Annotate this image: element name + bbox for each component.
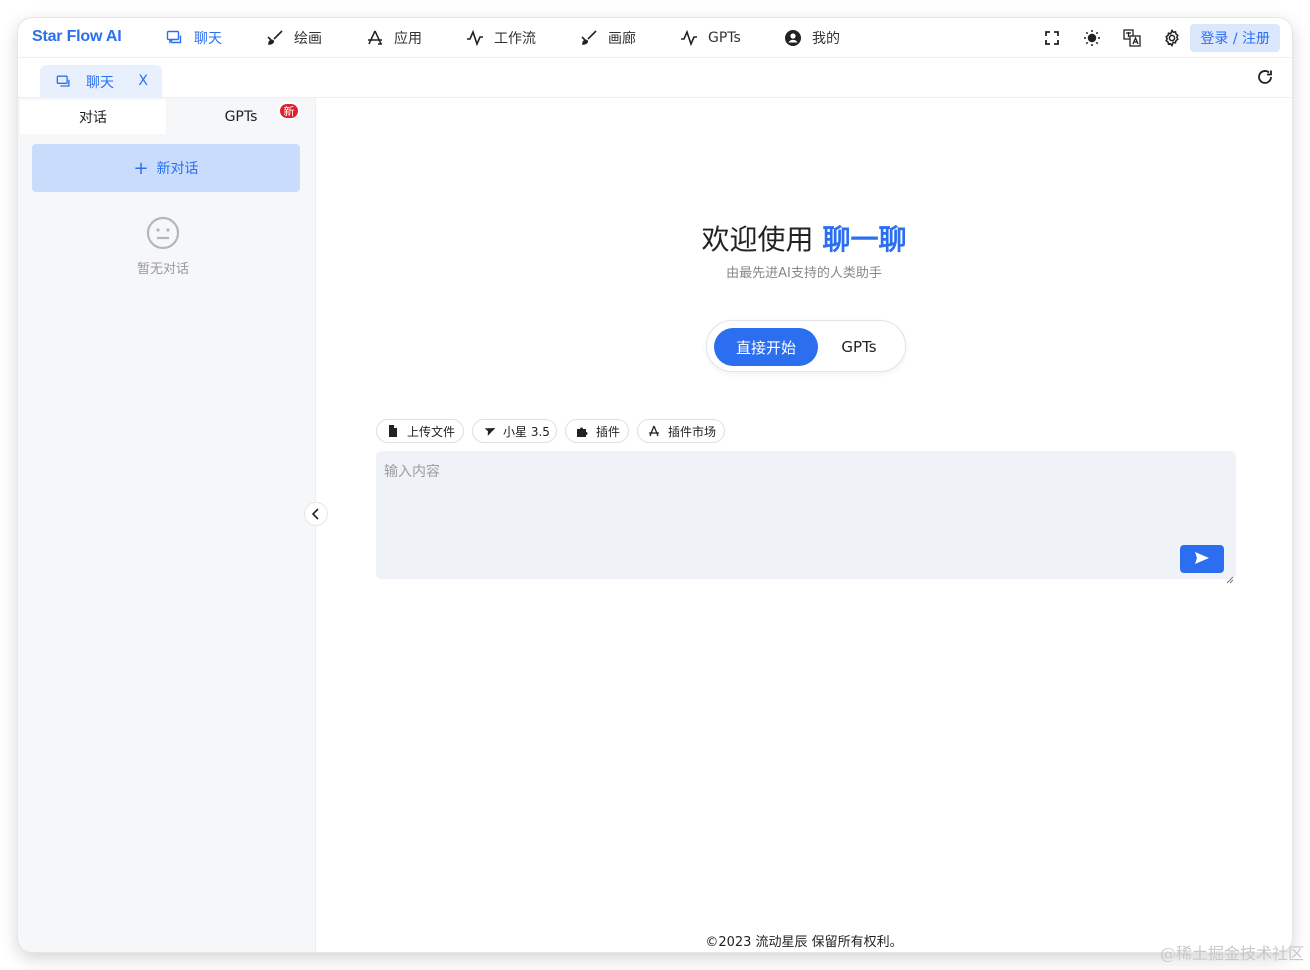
sun-icon[interactable] <box>1082 28 1102 48</box>
nav-label: 绘画 <box>294 31 322 47</box>
chip-label: 插件市场 <box>668 424 717 439</box>
upload-file-chip[interactable]: 上传文件 <box>376 419 464 443</box>
neutral-face-icon <box>146 216 180 250</box>
chip-label: 上传文件 <box>407 424 456 439</box>
nav-label: 我的 <box>812 31 840 47</box>
nav-label: 应用 <box>394 31 422 47</box>
nav-label: 画廊 <box>608 31 636 47</box>
nav-item-apps[interactable]: 应用 <box>366 26 422 50</box>
file-icon <box>387 425 399 437</box>
model-select-chip[interactable]: 小星 3.5 <box>472 419 557 443</box>
translate-icon[interactable] <box>1122 28 1142 48</box>
close-tab-icon[interactable]: X <box>138 73 148 89</box>
footer-copyright: ©2023 流动星辰 保留所有权利。 <box>705 935 903 950</box>
new-chat-button[interactable]: + 新对话 <box>32 144 300 192</box>
top-nav: Star Flow AI 聊天 绘画 应用 工作流 画廊 GPTs 我的 登录 … <box>18 18 1292 58</box>
chevron-left-icon <box>311 505 321 524</box>
nav-item-mine[interactable]: 我的 <box>784 26 840 50</box>
user-circle-icon <box>784 29 802 47</box>
nav-label: 工作流 <box>494 31 536 47</box>
app-store-icon <box>648 425 660 437</box>
sidebar-tab-gpts[interactable]: GPTs 新 <box>168 100 314 134</box>
fullscreen-icon[interactable] <box>1042 28 1062 48</box>
pulse-icon <box>466 29 484 47</box>
watermark: @稀土掘金技术社区 <box>1159 944 1304 963</box>
plugin-chip[interactable]: 插件 <box>565 419 629 443</box>
sidebar-tab-label: GPTs <box>224 109 258 125</box>
brush-icon <box>266 29 284 47</box>
nav-label: 聊天 <box>194 31 222 47</box>
chat-icon <box>166 29 184 47</box>
direct-start-button[interactable]: 直接开始 <box>714 328 818 366</box>
new-chat-label: 新对话 <box>156 161 199 177</box>
nav-item-draw[interactable]: 绘画 <box>266 26 322 50</box>
app-store-icon <box>366 29 384 47</box>
message-input[interactable] <box>376 451 1236 579</box>
chat-icon <box>56 74 72 90</box>
brush-icon <box>580 29 598 47</box>
chip-label: 插件 <box>596 424 621 439</box>
brand-logo[interactable]: Star Flow AI <box>32 28 122 46</box>
page-tabstrip: 聊天 X <box>18 58 1292 98</box>
sidebar-tab-conversations[interactable]: 对话 <box>20 100 166 134</box>
nav-item-gallery[interactable]: 画廊 <box>580 26 636 50</box>
gpts-mode-button[interactable]: GPTs <box>819 328 899 366</box>
app-window: Star Flow AI 聊天 绘画 应用 工作流 画廊 GPTs 我的 登录 … <box>18 18 1292 952</box>
nav-label: GPTs <box>708 30 741 46</box>
welcome-subtitle: 由最先进AI支持的人类助手 <box>726 266 882 281</box>
sidebar: 对话 GPTs 新 + 新对话 暂无对话 <box>18 98 316 952</box>
welcome-title: 欢迎使用 聊一聊 <box>316 218 1292 258</box>
nav-item-chat[interactable]: 聊天 <box>166 26 222 50</box>
chip-label: 小星 3.5 <box>503 424 550 439</box>
welcome-prefix: 欢迎使用 <box>701 223 823 256</box>
new-badge: 新 <box>278 102 300 120</box>
collapse-sidebar-button[interactable] <box>304 502 328 526</box>
tab-label: 聊天 <box>86 74 114 91</box>
mode-switch: 直接开始 GPTs <box>706 320 906 372</box>
plus-icon: + <box>133 157 149 179</box>
send-icon <box>1194 550 1210 569</box>
login-register-button[interactable]: 登录 / 注册 <box>1190 24 1280 52</box>
resize-handle-icon[interactable] <box>1226 569 1234 584</box>
tab-chat[interactable]: 聊天 X <box>40 65 162 98</box>
nav-item-gpts[interactable]: GPTs <box>680 26 741 50</box>
plane-icon <box>483 425 495 437</box>
nav-item-workflow[interactable]: 工作流 <box>466 26 536 50</box>
refresh-icon[interactable] <box>1256 68 1274 86</box>
empty-state-text: 暂无对话 <box>136 262 189 277</box>
gear-icon[interactable] <box>1162 28 1182 48</box>
welcome-highlight: 聊一聊 <box>822 223 907 256</box>
send-button[interactable] <box>1180 545 1224 573</box>
puzzle-icon <box>576 425 588 437</box>
pulse-icon <box>680 29 698 47</box>
plugin-market-chip[interactable]: 插件市场 <box>637 419 725 443</box>
message-input-area <box>376 451 1236 584</box>
